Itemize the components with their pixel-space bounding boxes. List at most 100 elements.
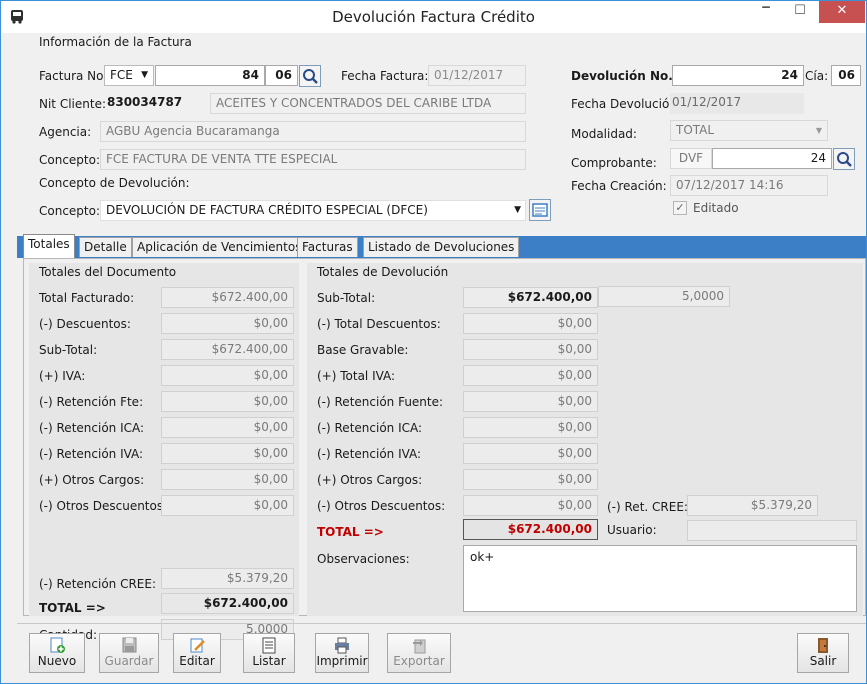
totales-devolucion-row-value: $0,00 xyxy=(463,495,598,516)
cree-field: $5.379,20 xyxy=(161,568,294,589)
nuevo-button[interactable]: Nuevo xyxy=(29,633,85,673)
guardar-button[interactable]: Guardar xyxy=(99,633,159,673)
factura-no-label: Factura No xyxy=(39,69,104,83)
totales-devolucion-row-label: Base Gravable: xyxy=(317,343,409,357)
exportar-button[interactable]: Exportar xyxy=(387,633,451,673)
devolucion-number-input[interactable]: 24 xyxy=(672,65,804,86)
tab-detalle[interactable]: Detalle xyxy=(79,237,132,257)
agencia-field: AGBU Agencia Bucaramanga xyxy=(100,121,526,142)
salir-button[interactable]: Salir xyxy=(797,633,849,673)
listar-label: Listar xyxy=(252,654,286,668)
factura-prefix-select[interactable]: FCE ▼ xyxy=(104,65,154,86)
concepto-label: Concepto: xyxy=(39,153,101,167)
totales-documento-row-label: (-) Otros Descuentos xyxy=(39,499,164,513)
exit-door-icon xyxy=(818,638,828,653)
totales-devolucion-row-label: Sub-Total: xyxy=(317,291,376,305)
tab-totales[interactable]: Totales xyxy=(23,234,75,258)
concepto-field: FCE FACTURA DE VENTA TTE ESPECIAL xyxy=(100,149,526,170)
app-window: Devolución Factura Crédito ‒ ☐ ✕ Informa… xyxy=(0,0,867,684)
factura-prefix-value: FCE xyxy=(110,68,133,82)
cliente-nombre-field: ACEITES Y CONCENTRADOS DEL CARIBE LTDA xyxy=(210,93,526,114)
totales-documento-row-label: (-) Retención Fte: xyxy=(39,395,144,409)
list-icon xyxy=(262,637,276,654)
new-document-icon xyxy=(50,637,65,653)
totales-documento-row-label: Total Facturado: xyxy=(39,291,135,305)
total-devolucion-field: $672.400,00 xyxy=(463,519,598,540)
devolucion-no-label: Devolución No. xyxy=(571,69,673,83)
search-factura-button[interactable] xyxy=(299,65,321,87)
concepto-devolucion-label: Concepto: xyxy=(39,204,101,218)
comprobante-label: Comprobante: xyxy=(571,156,657,170)
concepto-devolucion-value: DEVOLUCIÓN DE FACTURA CRÉDITO ESPECIAL (… xyxy=(106,203,428,217)
total-documento-field: $672.400,00 xyxy=(161,593,294,614)
totales-documento-row-value: $0,00 xyxy=(161,313,294,334)
totales-devolucion-row-value: $0,00 xyxy=(463,469,598,490)
imprimir-label: Imprimir xyxy=(316,654,368,668)
cantidad-devolucion-field: 5,0000 xyxy=(598,286,730,307)
toolbar-divider xyxy=(17,623,866,624)
totales-documento-row-value: $0,00 xyxy=(161,417,294,438)
editado-label: Editado xyxy=(693,201,739,215)
listar-button[interactable]: Listar xyxy=(243,633,295,673)
concepto-devolucion-select[interactable]: DEVOLUCIÓN DE FACTURA CRÉDITO ESPECIAL (… xyxy=(100,200,526,221)
comprobante-number-input[interactable]: 24 xyxy=(712,148,832,169)
search-icon xyxy=(303,69,318,84)
close-button[interactable]: ✕ xyxy=(819,1,865,23)
search-icon xyxy=(837,152,852,167)
editar-label: Editar xyxy=(179,654,215,668)
totales-documento-row-label: (+) IVA: xyxy=(39,369,86,383)
totales-devolucion-row-label: (+) Total IVA: xyxy=(317,369,396,383)
totales-devolucion-row-value: $0,00 xyxy=(463,365,598,386)
totales-devolucion-row-value: $0,00 xyxy=(463,313,598,334)
minimize-button[interactable]: ‒ xyxy=(751,1,781,23)
ret-cree-label: (-) Ret. CREE: xyxy=(607,500,688,514)
chevron-down-icon: ▼ xyxy=(514,205,521,215)
nuevo-label: Nuevo xyxy=(37,654,77,668)
totales-devolucion-row-value: $0,00 xyxy=(463,391,598,412)
tab-listado-devoluciones[interactable]: Listado de Devoluciones xyxy=(363,237,520,257)
totales-devolucion-row-value: $0,00 xyxy=(463,417,598,438)
concepto-devolucion-title: Concepto de Devolución: xyxy=(39,176,190,190)
totales-devolucion-row-label: (-) Retención ICA: xyxy=(317,421,423,435)
imprimir-button[interactable]: Imprimir xyxy=(315,633,369,673)
guardar-label: Guardar xyxy=(104,654,154,668)
fecha-creacion-field: 07/12/2017 14:16 xyxy=(670,175,828,196)
tab-aplicacion-vencimientos[interactable]: Aplicación de Vencimientos xyxy=(132,237,307,257)
fecha-factura-field: 01/12/2017 xyxy=(428,65,526,86)
totales-devolucion-row-label: (-) Total Descuentos: xyxy=(317,317,441,331)
nit-value: 830034787 xyxy=(107,95,183,109)
form-icon xyxy=(532,203,548,217)
tab-facturas[interactable]: Facturas xyxy=(297,237,358,257)
cia-input[interactable]: 06 xyxy=(831,65,861,86)
modalidad-value: TOTAL xyxy=(676,123,715,137)
total-documento-label: TOTAL => xyxy=(39,601,106,615)
edit-icon xyxy=(190,638,205,653)
editar-button[interactable]: Editar xyxy=(173,633,221,673)
title-bar: Devolución Factura Crédito ‒ ☐ ✕ xyxy=(1,1,866,33)
comprobante-tipo-field: DVF xyxy=(670,148,712,169)
totales-documento-row-value: $0,00 xyxy=(161,469,294,490)
modalidad-select[interactable]: TOTAL ▼ xyxy=(670,120,828,141)
info-section-title: Información de la Factura xyxy=(39,35,192,49)
fecha-creacion-label: Fecha Creación: xyxy=(571,179,667,193)
totales-documento-row-label: (-) Descuentos: xyxy=(39,317,131,331)
chevron-down-icon: ▼ xyxy=(141,70,148,80)
concepto-lookup-button[interactable] xyxy=(529,199,551,221)
totales-documento-row-label: (-) Retención ICA: xyxy=(39,421,145,435)
totales-devolucion-row-label: (-) Otros Descuentos: xyxy=(317,499,446,513)
observaciones-textarea[interactable]: ok+ xyxy=(463,545,857,612)
editado-checkbox[interactable]: ✓ xyxy=(673,201,687,215)
printer-icon xyxy=(335,637,349,654)
totales-documento-row-value: $672.400,00 xyxy=(161,339,294,360)
factura-number-input[interactable]: 84 xyxy=(155,65,265,86)
totales-documento-row-value: $0,00 xyxy=(161,391,294,412)
totales-documento-row-value: $672.400,00 xyxy=(161,287,294,308)
modalidad-label: Modalidad: xyxy=(571,127,637,141)
usuario-label: Usuario: xyxy=(607,523,657,537)
factura-suffix-input[interactable]: 06 xyxy=(265,65,298,86)
totales-devolucion-row-value: $672.400,00 xyxy=(463,287,598,308)
totales-devolucion-row-label: (-) Retención Fuente: xyxy=(317,395,444,409)
maximize-button[interactable]: ☐ xyxy=(785,1,815,23)
salir-label: Salir xyxy=(809,654,837,668)
search-comprobante-button[interactable] xyxy=(833,148,855,170)
